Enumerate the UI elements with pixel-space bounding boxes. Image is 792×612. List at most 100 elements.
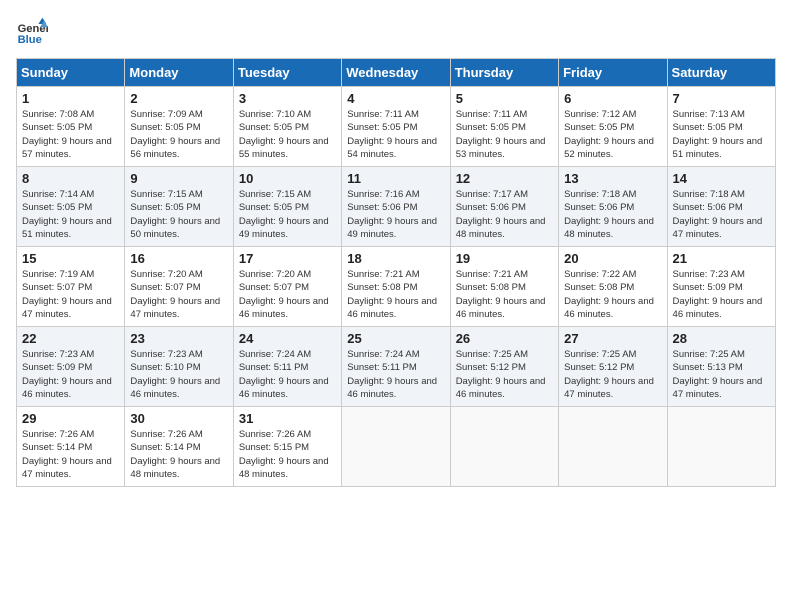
calendar-day-cell: 5 Sunrise: 7:11 AMSunset: 5:05 PMDaylight…: [450, 87, 558, 167]
day-info: Sunrise: 7:09 AMSunset: 5:05 PMDaylight:…: [130, 108, 227, 161]
calendar-day-cell: 28Sunrise: 7:25 AMSunset: 5:13 PMDayligh…: [667, 327, 775, 407]
day-info: Sunrise: 7:21 AMSunset: 5:08 PMDaylight:…: [456, 268, 553, 321]
day-number: 9: [130, 171, 227, 186]
calendar-day-cell: 22 Sunrise: 7:23 AMSunset: 5:09 PMDayligh…: [17, 327, 125, 407]
calendar-day-cell: 20Sunrise: 7:22 AMSunset: 5:08 PMDayligh…: [559, 247, 667, 327]
calendar-day-cell: [559, 407, 667, 487]
calendar-day-cell: 29 Sunrise: 7:26 AMSunset: 5:14 PMDayligh…: [17, 407, 125, 487]
day-number: 11: [347, 171, 444, 186]
day-number: 29: [22, 411, 119, 426]
day-info: Sunrise: 7:25 AMSunset: 5:12 PMDaylight:…: [456, 348, 553, 401]
calendar-week-row: 29 Sunrise: 7:26 AMSunset: 5:14 PMDayligh…: [17, 407, 776, 487]
weekday-header: Tuesday: [233, 59, 341, 87]
day-info: Sunrise: 7:15 AMSunset: 5:05 PMDaylight:…: [239, 188, 336, 241]
day-info: Sunrise: 7:26 AMSunset: 5:14 PMDaylight:…: [22, 428, 119, 481]
calendar-day-cell: 15 Sunrise: 7:19 AMSunset: 5:07 PMDayligh…: [17, 247, 125, 327]
day-number: 8: [22, 171, 119, 186]
calendar-day-cell: 6Sunrise: 7:12 AMSunset: 5:05 PMDaylight…: [559, 87, 667, 167]
calendar-day-cell: 21 Sunrise: 7:23 AMSunset: 5:09 PMDayligh…: [667, 247, 775, 327]
day-number: 21: [673, 251, 770, 266]
calendar-day-cell: 7 Sunrise: 7:13 AMSunset: 5:05 PMDaylight…: [667, 87, 775, 167]
day-info: Sunrise: 7:16 AMSunset: 5:06 PMDaylight:…: [347, 188, 444, 241]
day-number: 23: [130, 331, 227, 346]
day-number: 31: [239, 411, 336, 426]
logo: General Blue: [16, 16, 48, 48]
day-info: Sunrise: 7:11 AMSunset: 5:05 PMDaylight:…: [456, 108, 553, 161]
calendar-week-row: 22 Sunrise: 7:23 AMSunset: 5:09 PMDayligh…: [17, 327, 776, 407]
day-number: 27: [564, 331, 661, 346]
calendar-day-cell: 10 Sunrise: 7:15 AMSunset: 5:05 PMDayligh…: [233, 167, 341, 247]
day-info: Sunrise: 7:18 AMSunset: 5:06 PMDaylight:…: [564, 188, 661, 241]
day-number: 19: [456, 251, 553, 266]
day-info: Sunrise: 7:18 AMSunset: 5:06 PMDaylight:…: [673, 188, 770, 241]
day-info: Sunrise: 7:25 AMSunset: 5:12 PMDaylight:…: [564, 348, 661, 401]
calendar-day-cell: 17 Sunrise: 7:20 AMSunset: 5:07 PMDayligh…: [233, 247, 341, 327]
day-number: 18: [347, 251, 444, 266]
day-info: Sunrise: 7:24 AMSunset: 5:11 PMDaylight:…: [239, 348, 336, 401]
day-info: Sunrise: 7:23 AMSunset: 5:09 PMDaylight:…: [673, 268, 770, 321]
day-number: 28: [673, 331, 770, 346]
weekday-header-row: SundayMondayTuesdayWednesdayThursdayFrid…: [17, 59, 776, 87]
day-number: 15: [22, 251, 119, 266]
day-number: 26: [456, 331, 553, 346]
day-number: 1: [22, 91, 119, 106]
calendar-day-cell: 12Sunrise: 7:17 AMSunset: 5:06 PMDayligh…: [450, 167, 558, 247]
day-number: 24: [239, 331, 336, 346]
calendar-day-cell: [667, 407, 775, 487]
day-info: Sunrise: 7:21 AMSunset: 5:08 PMDaylight:…: [347, 268, 444, 321]
calendar-week-row: 15 Sunrise: 7:19 AMSunset: 5:07 PMDayligh…: [17, 247, 776, 327]
day-info: Sunrise: 7:15 AMSunset: 5:05 PMDaylight:…: [130, 188, 227, 241]
weekday-header: Sunday: [17, 59, 125, 87]
day-info: Sunrise: 7:13 AMSunset: 5:05 PMDaylight:…: [673, 108, 770, 161]
calendar-day-cell: 9 Sunrise: 7:15 AMSunset: 5:05 PMDaylight…: [125, 167, 233, 247]
day-number: 20: [564, 251, 661, 266]
calendar-day-cell: [342, 407, 450, 487]
day-number: 3: [239, 91, 336, 106]
calendar-day-cell: 13 Sunrise: 7:18 AMSunset: 5:06 PMDayligh…: [559, 167, 667, 247]
svg-text:Blue: Blue: [18, 34, 42, 46]
calendar-day-cell: 1 Sunrise: 7:08 AMSunset: 5:05 PMDaylight…: [17, 87, 125, 167]
calendar-day-cell: 16Sunrise: 7:20 AMSunset: 5:07 PMDayligh…: [125, 247, 233, 327]
weekday-header: Wednesday: [342, 59, 450, 87]
day-number: 5: [456, 91, 553, 106]
day-number: 30: [130, 411, 227, 426]
calendar-day-cell: 23 Sunrise: 7:23 AMSunset: 5:10 PMDayligh…: [125, 327, 233, 407]
calendar-day-cell: 8 Sunrise: 7:14 AMSunset: 5:05 PMDaylight…: [17, 167, 125, 247]
calendar-day-cell: 25Sunrise: 7:24 AMSunset: 5:11 PMDayligh…: [342, 327, 450, 407]
calendar-day-cell: 11 Sunrise: 7:16 AMSunset: 5:06 PMDayligh…: [342, 167, 450, 247]
day-number: 17: [239, 251, 336, 266]
weekday-header: Thursday: [450, 59, 558, 87]
day-number: 22: [22, 331, 119, 346]
calendar-day-cell: 26 Sunrise: 7:25 AMSunset: 5:12 PMDayligh…: [450, 327, 558, 407]
calendar-day-cell: 2 Sunrise: 7:09 AMSunset: 5:05 PMDaylight…: [125, 87, 233, 167]
calendar-day-cell: 27 Sunrise: 7:25 AMSunset: 5:12 PMDayligh…: [559, 327, 667, 407]
calendar-day-cell: 4Sunrise: 7:11 AMSunset: 5:05 PMDaylight…: [342, 87, 450, 167]
calendar-day-cell: 24 Sunrise: 7:24 AMSunset: 5:11 PMDayligh…: [233, 327, 341, 407]
day-number: 13: [564, 171, 661, 186]
day-info: Sunrise: 7:23 AMSunset: 5:10 PMDaylight:…: [130, 348, 227, 401]
day-number: 14: [673, 171, 770, 186]
day-info: Sunrise: 7:19 AMSunset: 5:07 PMDaylight:…: [22, 268, 119, 321]
calendar-week-row: 1 Sunrise: 7:08 AMSunset: 5:05 PMDaylight…: [17, 87, 776, 167]
logo-icon: General Blue: [16, 16, 48, 48]
day-info: Sunrise: 7:14 AMSunset: 5:05 PMDaylight:…: [22, 188, 119, 241]
day-number: 7: [673, 91, 770, 106]
weekday-header: Monday: [125, 59, 233, 87]
day-number: 12: [456, 171, 553, 186]
calendar-week-row: 8 Sunrise: 7:14 AMSunset: 5:05 PMDaylight…: [17, 167, 776, 247]
day-number: 10: [239, 171, 336, 186]
day-number: 2: [130, 91, 227, 106]
calendar-day-cell: 18 Sunrise: 7:21 AMSunset: 5:08 PMDayligh…: [342, 247, 450, 327]
day-info: Sunrise: 7:26 AMSunset: 5:15 PMDaylight:…: [239, 428, 336, 481]
calendar-table: SundayMondayTuesdayWednesdayThursdayFrid…: [16, 58, 776, 487]
day-info: Sunrise: 7:11 AMSunset: 5:05 PMDaylight:…: [347, 108, 444, 161]
day-info: Sunrise: 7:23 AMSunset: 5:09 PMDaylight:…: [22, 348, 119, 401]
calendar-day-cell: 14 Sunrise: 7:18 AMSunset: 5:06 PMDayligh…: [667, 167, 775, 247]
day-number: 25: [347, 331, 444, 346]
calendar-day-cell: 19 Sunrise: 7:21 AMSunset: 5:08 PMDayligh…: [450, 247, 558, 327]
calendar-day-cell: 3Sunrise: 7:10 AMSunset: 5:05 PMDaylight…: [233, 87, 341, 167]
day-info: Sunrise: 7:08 AMSunset: 5:05 PMDaylight:…: [22, 108, 119, 161]
page-header: General Blue: [16, 16, 776, 48]
calendar-day-cell: 30Sunrise: 7:26 AMSunset: 5:14 PMDayligh…: [125, 407, 233, 487]
day-info: Sunrise: 7:20 AMSunset: 5:07 PMDaylight:…: [239, 268, 336, 321]
